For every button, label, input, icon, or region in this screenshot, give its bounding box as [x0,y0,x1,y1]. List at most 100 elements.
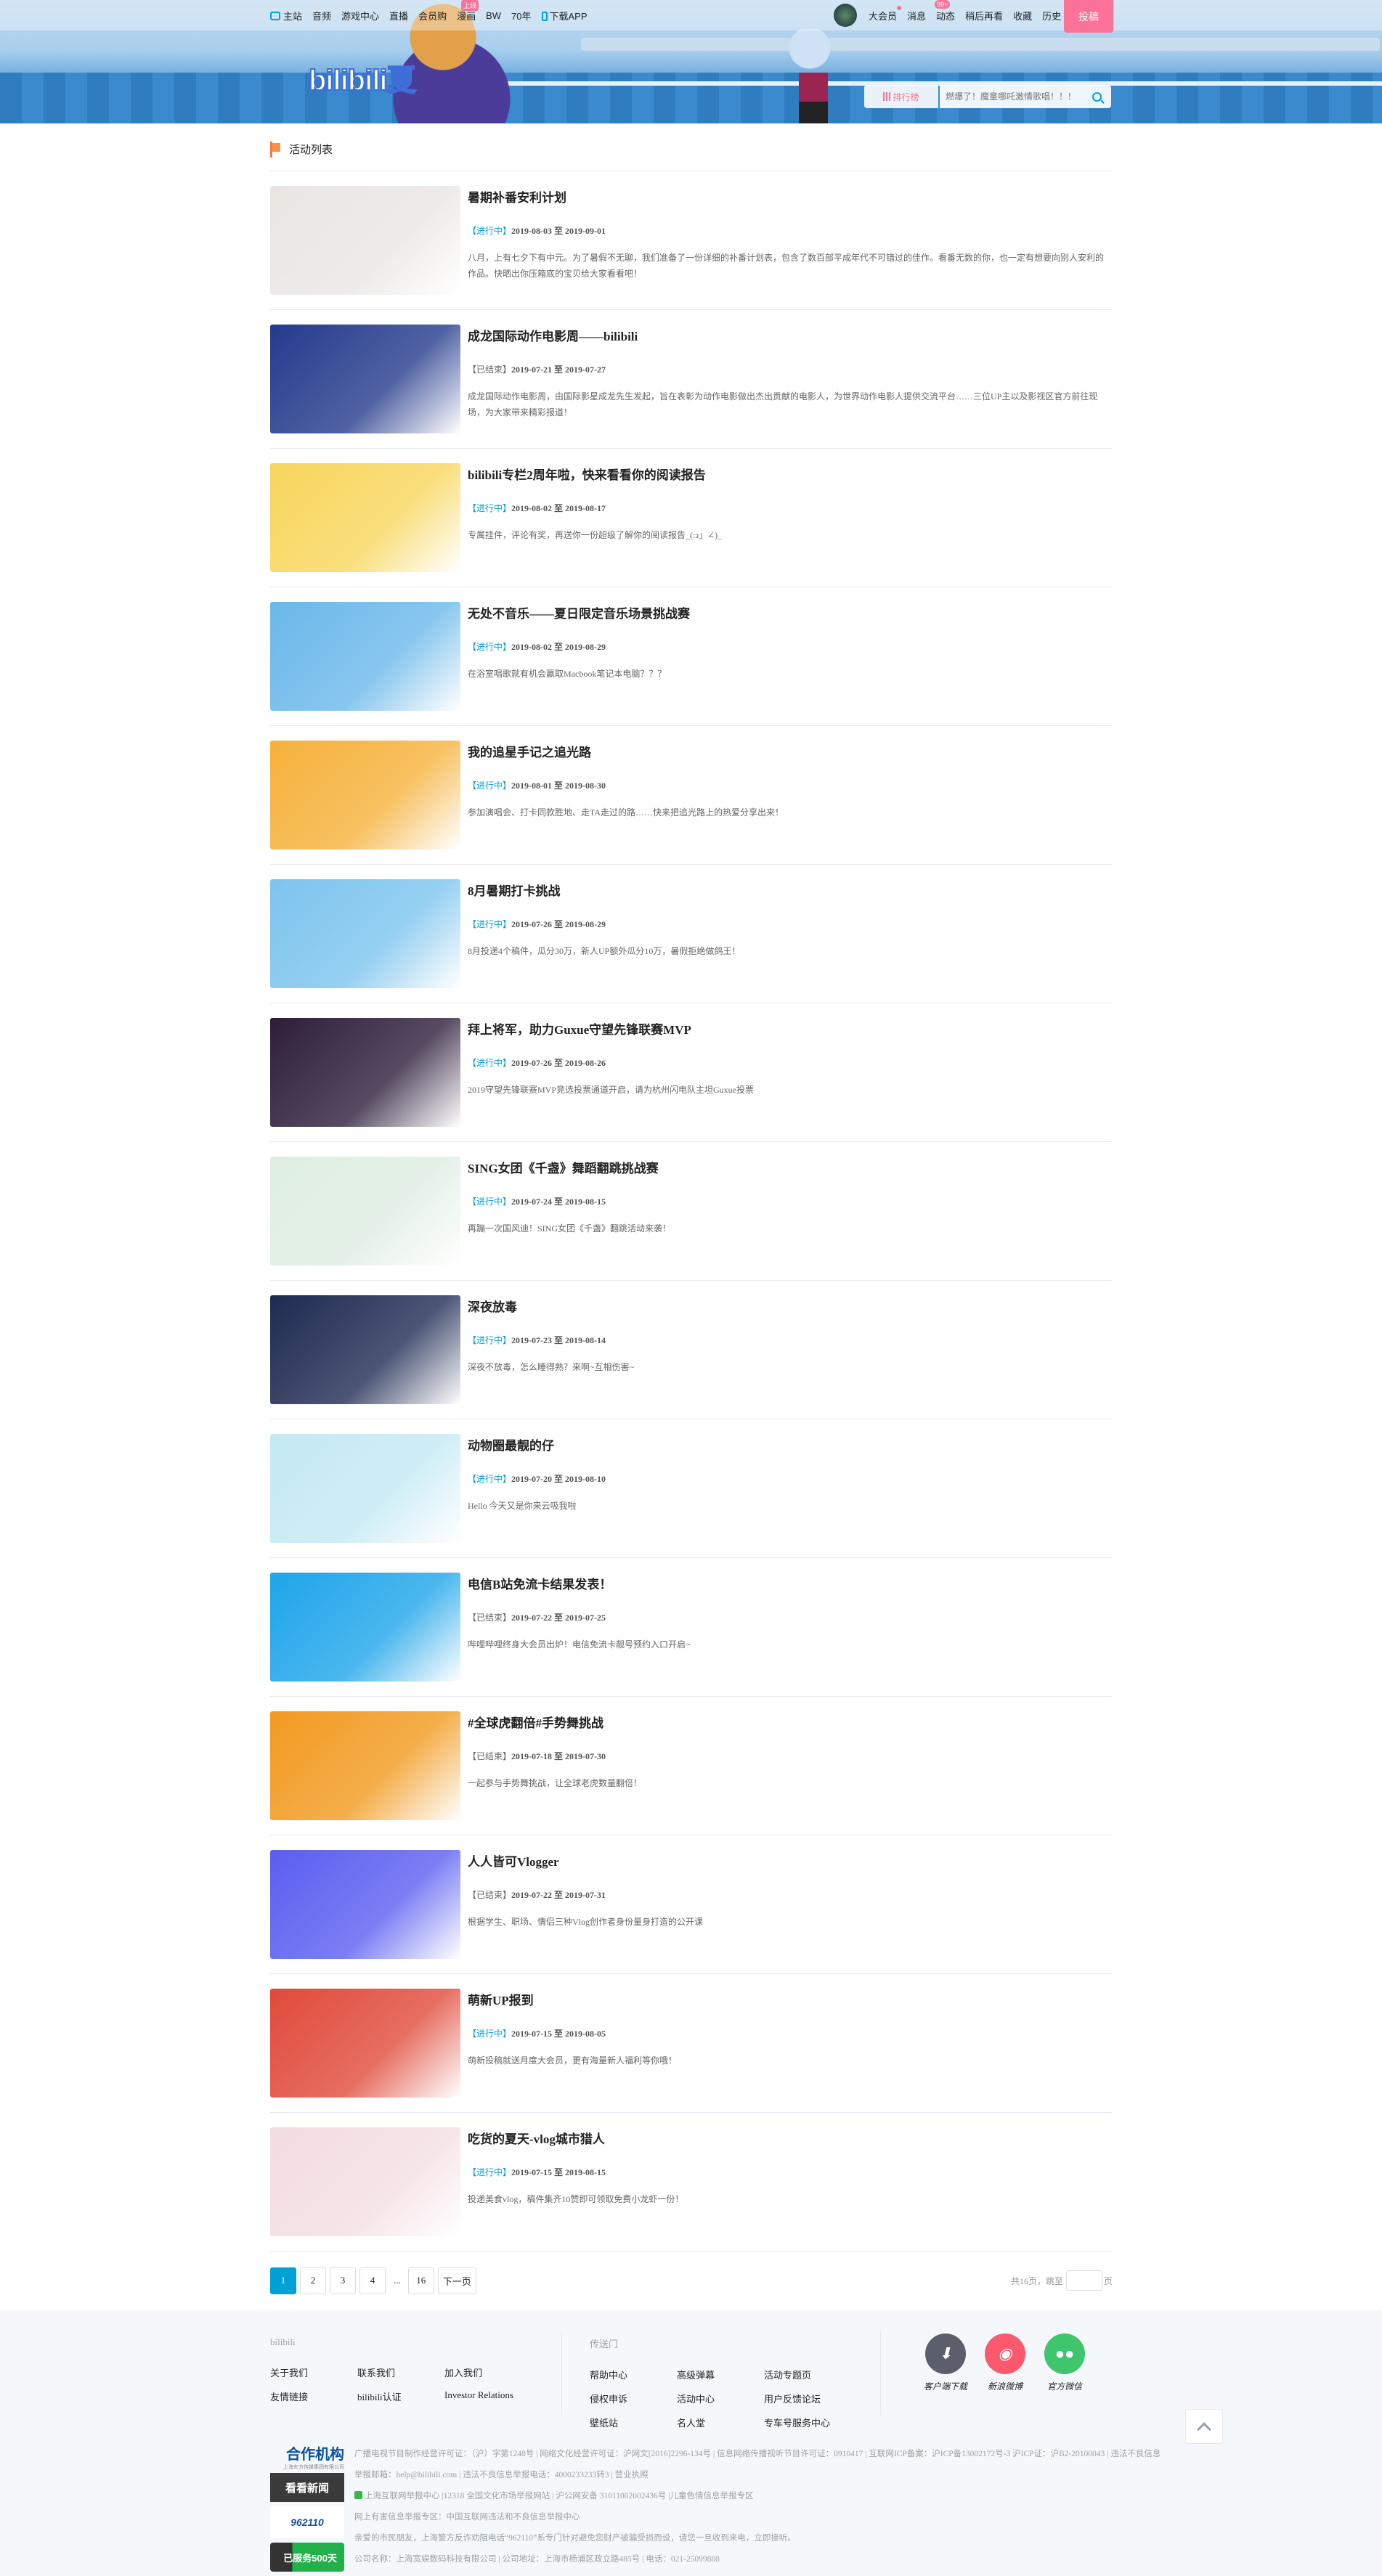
page-1[interactable]: 1 [270,2267,296,2294]
search-input[interactable] [940,85,1082,108]
date-separator: 至 [554,503,564,513]
page-3[interactable]: 3 [330,2267,356,2294]
page-4[interactable]: 4 [359,2267,386,2294]
activity-status: 【进行中】 [468,1197,512,1207]
footer-link[interactable]: 友情链接 [270,2389,357,2403]
footer-link[interactable]: 专车号服务中心 [764,2416,866,2429]
activity-title[interactable]: 暑期补番安利计划 [468,187,1110,205]
footer-link[interactable]: 侵权申诉 [590,2392,677,2405]
nav-item[interactable]: 稍后再看 [965,9,1003,23]
nav-item[interactable]: 漫画 上线 [457,0,479,23]
footer-link[interactable]: 名人堂 [677,2416,764,2429]
activity-item: 拜上将军，助力Guxue守望先锋联赛MVP 【进行中】2019-07-26 至 … [270,1003,1113,1142]
nav-item[interactable]: 70年 [511,9,531,23]
nav-item[interactable]: 直播 [389,9,408,23]
nav-item[interactable]: 消息 [907,9,926,23]
activity-thumbnail[interactable] [270,1711,460,1820]
activity-title[interactable]: 吃货的夏天-vlog城市猎人 [468,2129,683,2147]
activity-info: SING女团《千盏》舞蹈翻跳挑战赛 【进行中】2019-07-24 至 2019… [468,1157,671,1280]
activity-title[interactable]: 电信B站免流卡结果发表！ [468,1574,691,1592]
activity-item: 萌新UP报到 【进行中】2019-07-15 至 2019-08-05 萌新投稿… [270,1974,1113,2113]
activity-title[interactable]: 深夜放毒 [468,1297,634,1315]
footer-link[interactable]: bilibili认证 [357,2389,444,2403]
activity-title[interactable]: #全球虎翻倍#手势舞挑战 [468,1713,642,1731]
activity-thumbnail[interactable] [270,1434,460,1543]
activity-title[interactable]: 人人皆可Vlogger [468,1851,703,1870]
activity-title[interactable]: bilibili专栏2周年啦，快来看看你的阅读报告 [468,465,722,483]
footer-link[interactable]: 用户反馈论坛 [764,2392,866,2405]
nav-item[interactable]: 收藏 [1013,9,1032,23]
activity-date: 【进行中】2019-08-02 至 2019-08-29 [468,640,690,653]
nav-item[interactable]: 会员购 [418,9,447,23]
partner-962110-logo[interactable]: 962110 [270,2506,344,2538]
banner-bridge [581,38,1380,51]
activity-thumbnail[interactable] [270,1295,460,1404]
nav-item[interactable]: 历史 [1042,9,1061,23]
nav-item[interactable]: 下载APP [541,9,588,23]
activity-thumbnail[interactable] [270,741,460,849]
social-link[interactable]: ◉ 新浪微博 [975,2334,1035,2392]
activity-status: 【已结束】 [468,1890,512,1900]
date-separator: 至 [554,1613,564,1623]
activity-title[interactable]: 8月暑期打卡挑战 [468,881,740,899]
main-content: 活动列表 暑期补番安利计划 【进行中】2019-08-03 至 2019-09-… [270,123,1113,2310]
nav-item[interactable]: 游戏中心 [341,9,379,23]
activity-thumbnail[interactable] [270,1850,460,1959]
social-link[interactable]: ⬇ 客户端下载 [916,2334,975,2392]
nav-left: 主站 音频 游戏中心 直播 会员购 漫画 上线 BW 70年 下载APP [270,0,598,30]
activity-thumbnail[interactable] [270,1157,460,1265]
footer-link[interactable]: 加入我们 [444,2365,546,2379]
activity-title[interactable]: SING女团《千盏》舞蹈翻跳挑战赛 [468,1158,671,1176]
nav-item[interactable]: 动态 99+ [935,0,955,23]
nav-item[interactable]: 音频 [312,9,331,23]
served-days-badge[interactable]: 已服务500天 [270,2543,344,2572]
activity-thumbnail[interactable] [270,2127,460,2236]
avatar[interactable] [834,4,857,27]
activity-info: 成龙国际动作电影周——bilibili 【已结束】2019-07-21 至 20… [468,325,1110,448]
activity-title[interactable]: 萌新UP报到 [468,1990,677,2008]
page-title: 活动列表 [289,144,333,156]
activity-title[interactable]: 无处不音乐——夏日限定音乐场景挑战赛 [468,603,690,621]
activity-thumbnail[interactable] [270,1018,460,1127]
activity-date: 【进行中】2019-07-15 至 2019-08-15 [468,2166,683,2178]
activity-thumbnail[interactable] [270,1573,460,1682]
footer-link[interactable]: 联系我们 [357,2365,444,2379]
footer-link[interactable]: 帮助中心 [590,2368,677,2381]
back-to-top-button[interactable] [1185,2409,1223,2444]
activity-status: 【进行中】 [468,780,512,791]
activity-title[interactable]: 我的追星手记之追光路 [468,742,784,760]
activity-title[interactable]: 拜上将军，助力Guxue守望先锋联赛MVP [468,1019,754,1038]
page-last[interactable]: 16 [407,2267,434,2294]
next-page-button[interactable]: 下一页 [437,2267,476,2294]
activity-thumbnail[interactable] [270,602,460,711]
activity-description: 参加演唱会、打卡同款胜地、走TA走过的路……快来把追光路上的热爱分享出来！ [468,807,784,818]
footer-link[interactable]: 高级弹幕 [677,2368,764,2381]
footer-link[interactable]: 关于我们 [270,2365,357,2379]
start-date: 2019-08-02 [511,642,553,652]
ranking-button[interactable]: 排行榜 [864,85,938,108]
page-jump-input[interactable] [1065,2270,1102,2291]
footer-link[interactable]: 活动中心 [677,2392,764,2405]
page-2[interactable]: 2 [300,2267,326,2294]
nav-item[interactable]: BW [486,10,501,21]
activity-info: 暑期补番安利计划 【进行中】2019-08-03 至 2019-09-01 八月… [468,186,1110,309]
footer-link[interactable]: 活动专题页 [764,2368,866,2381]
activity-thumbnail[interactable] [270,1989,460,2098]
bilibili-logo[interactable]: bilibili夏 [308,57,417,99]
footer-link[interactable]: Investor Relations [444,2389,546,2403]
social-link[interactable]: ●● 官方微信 [1035,2334,1094,2392]
search-button[interactable] [1082,85,1111,108]
legal-text: 公司名称：上海宽娱数码科技有限公司 | 公司地址：上海市杨浦区政立路485号 |… [354,2555,720,2564]
footer-link[interactable]: 壁纸站 [590,2416,677,2429]
end-date: 2019-09-01 [565,226,606,236]
activity-thumbnail[interactable] [270,186,460,295]
activity-title[interactable]: 动物圈最靓的仔 [468,1435,606,1454]
activity-thumbnail[interactable] [270,879,460,988]
partner-kankan-logo[interactable]: 看看新闻 [270,2473,344,2502]
activity-title[interactable]: 成龙国际动作电影周——bilibili [468,326,1110,344]
nav-item[interactable]: 主站 [270,9,302,23]
activity-thumbnail[interactable] [270,463,460,572]
upload-button[interactable]: 投稿 [1064,0,1113,33]
activity-thumbnail[interactable] [270,325,460,433]
nav-item[interactable]: 大会员 [869,5,902,23]
